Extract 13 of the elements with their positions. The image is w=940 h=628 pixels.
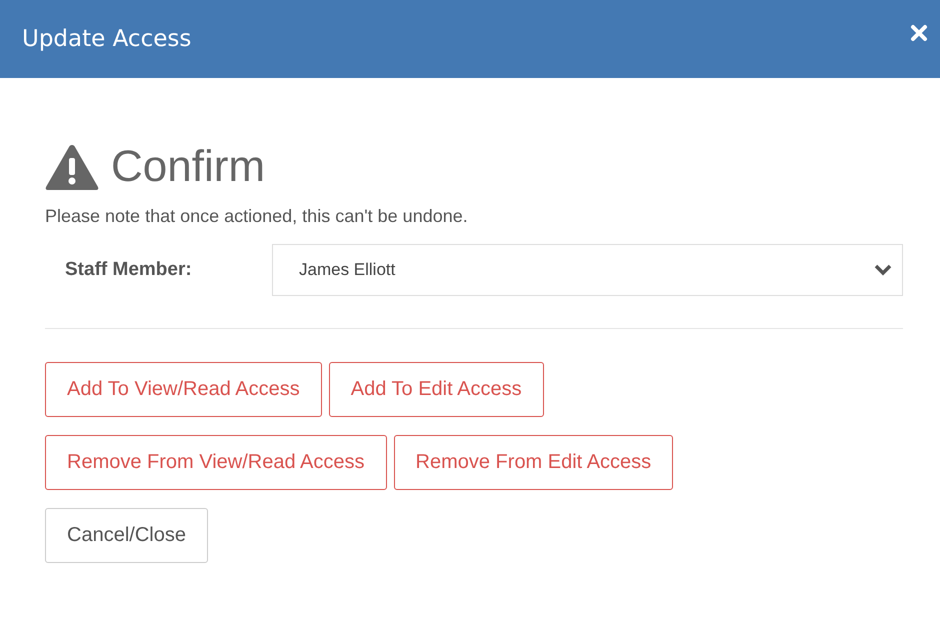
close-icon[interactable] bbox=[910, 24, 928, 42]
dialog-title: Update Access bbox=[22, 26, 192, 52]
access-button[interactable]: Remove From Edit Access bbox=[394, 435, 674, 490]
chevron-down-icon bbox=[874, 264, 892, 276]
warning-note: Please note that once actioned, this can't be undone. bbox=[45, 206, 469, 227]
cancel-button[interactable]: Cancel/Close bbox=[45, 508, 208, 563]
warning-icon bbox=[45, 143, 99, 191]
staff-select[interactable]: James Elliott bbox=[272, 244, 903, 296]
access-button[interactable]: Add To View/Read Access bbox=[45, 362, 322, 417]
confirm-heading: Confirm bbox=[111, 142, 266, 192]
access-button[interactable]: Add To Edit Access bbox=[328, 362, 544, 417]
field-label: Staff Member: bbox=[65, 259, 193, 281]
access-button[interactable]: Remove From View/Read Access bbox=[45, 435, 387, 490]
